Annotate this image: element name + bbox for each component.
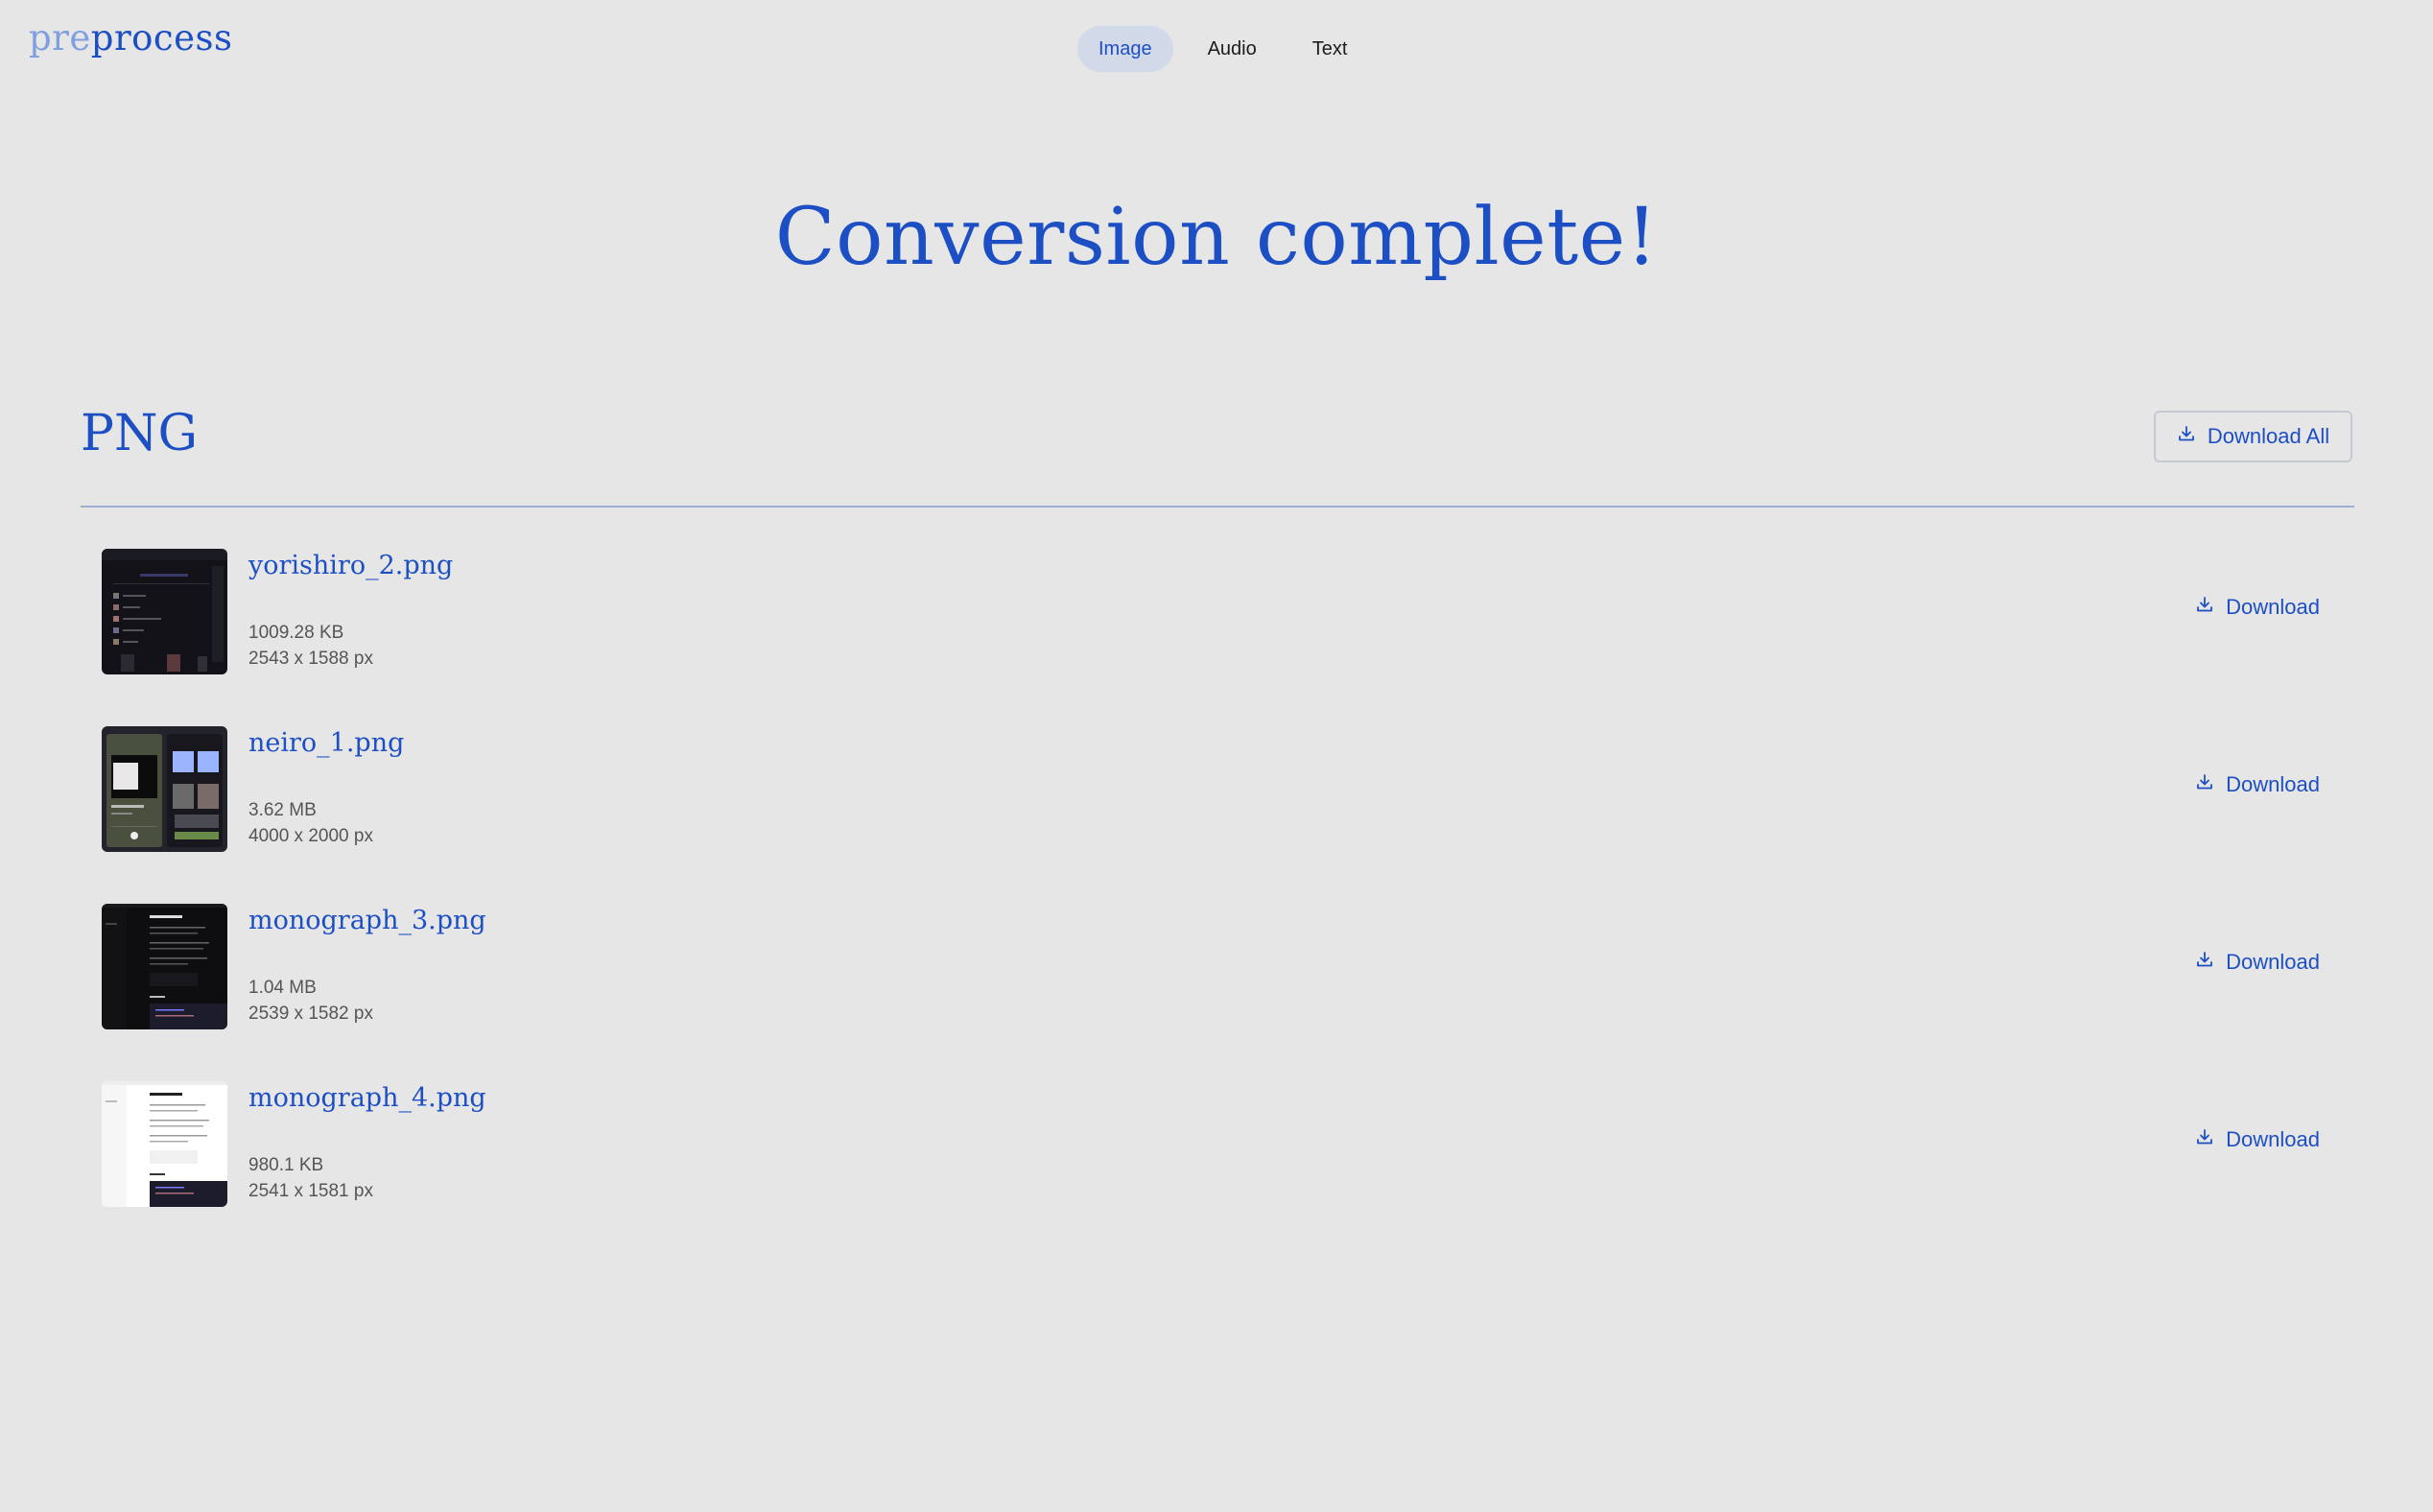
download-label: Download	[2226, 595, 2320, 619]
file-size: 3.62 MB	[248, 800, 317, 820]
download-button[interactable]: Download	[2195, 595, 2320, 620]
logo[interactable]: preprocess	[29, 17, 233, 59]
file-size: 980.1 KB	[248, 1155, 324, 1175]
download-icon	[2195, 1127, 2214, 1152]
download-label: Download	[2226, 950, 2320, 974]
download-button[interactable]: Download	[2195, 950, 2320, 975]
file-name-link[interactable]: neiro_1.png	[248, 728, 404, 758]
download-icon	[2177, 424, 2196, 449]
tab-image[interactable]: Image	[1077, 26, 1173, 72]
download-all-button[interactable]: Download All	[2154, 411, 2352, 462]
file-row: neiro_1.png 3.62 MB 4000 x 2000 px Downl…	[102, 726, 2354, 852]
file-size: 1.04 MB	[248, 978, 317, 998]
section-divider	[81, 506, 2354, 508]
tab-audio[interactable]: Audio	[1187, 26, 1278, 72]
download-label: Download	[2226, 1127, 2320, 1151]
top-nav: Image Audio Text	[1077, 26, 1368, 72]
file-thumbnail	[102, 1081, 227, 1207]
file-list: yorishiro_2.png 1009.28 KB 2543 x 1588 p…	[102, 549, 2354, 1259]
page-title: Conversion complete!	[774, 192, 1659, 283]
file-row: monograph_3.png 1.04 MB 2539 x 1582 px D…	[102, 904, 2354, 1029]
download-all-label: Download All	[2207, 424, 2330, 448]
file-dimensions: 2541 x 1581 px	[248, 1181, 373, 1201]
logo-process: process	[90, 17, 233, 59]
section-title: PNG	[81, 405, 199, 462]
download-button[interactable]: Download	[2195, 772, 2320, 797]
file-size: 1009.28 KB	[248, 623, 344, 643]
file-thumbnail	[102, 726, 227, 852]
file-row: monograph_4.png 980.1 KB 2541 x 1581 px …	[102, 1081, 2354, 1207]
download-icon	[2195, 772, 2214, 797]
file-name-link[interactable]: monograph_4.png	[248, 1083, 486, 1113]
file-dimensions: 2539 x 1582 px	[248, 1004, 373, 1024]
file-thumbnail	[102, 904, 227, 1029]
download-icon	[2195, 950, 2214, 975]
file-row: yorishiro_2.png 1009.28 KB 2543 x 1588 p…	[102, 549, 2354, 674]
download-button[interactable]: Download	[2195, 1127, 2320, 1152]
file-name-link[interactable]: monograph_3.png	[248, 906, 486, 935]
download-label: Download	[2226, 772, 2320, 796]
tab-text[interactable]: Text	[1291, 26, 1369, 72]
file-name-link[interactable]: yorishiro_2.png	[248, 551, 453, 580]
file-dimensions: 4000 x 2000 px	[248, 826, 373, 846]
download-icon	[2195, 595, 2214, 620]
logo-pre: pre	[29, 17, 91, 59]
file-thumbnail	[102, 549, 227, 674]
file-dimensions: 2543 x 1588 px	[248, 649, 373, 669]
